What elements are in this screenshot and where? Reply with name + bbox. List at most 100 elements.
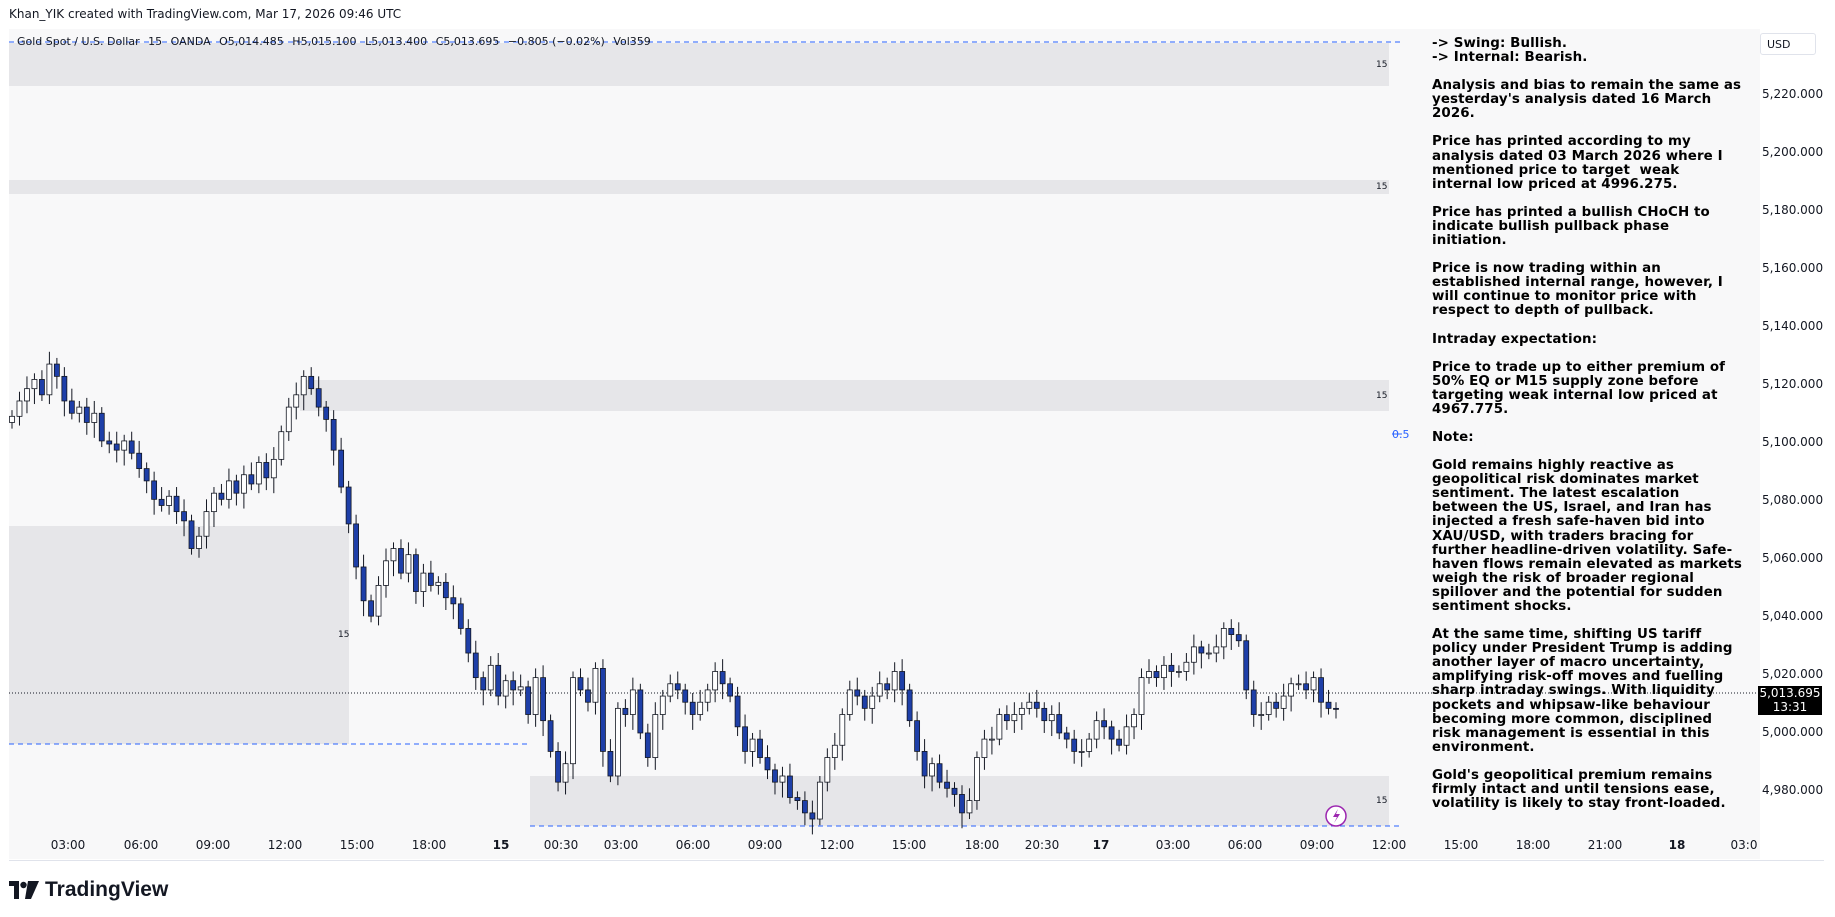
price-label: 5,160.000 xyxy=(1762,261,1824,275)
price-label: 5,100.000 xyxy=(1762,435,1824,449)
candle-bullish xyxy=(285,406,292,433)
candle-bearish xyxy=(674,683,681,691)
note-paragraph-3: Price has printed according to my analys… xyxy=(1432,134,1728,192)
note-paragraph-1: -> Swing: Bullish. -> Internal: Bearish. xyxy=(1432,36,1588,66)
supply-zone-m15 xyxy=(300,380,1389,411)
demand-zone-left xyxy=(9,526,349,744)
candle-bearish xyxy=(1235,634,1242,642)
currency-selector[interactable]: USD xyxy=(1760,33,1816,55)
candle-bullish xyxy=(1026,701,1033,709)
candle-bearish xyxy=(450,597,457,605)
candle-bearish xyxy=(921,751,928,777)
candle-bullish xyxy=(652,714,659,758)
price-label: 5,220.000 xyxy=(1762,87,1824,101)
candle-bearish xyxy=(136,452,143,469)
candle-bullish xyxy=(211,492,217,513)
candle-bearish xyxy=(173,495,180,513)
last-price-badge: 5,013.695 13:31 xyxy=(1758,686,1822,715)
candle-bearish xyxy=(1273,701,1280,709)
legend-close: C5,013.695 xyxy=(435,35,500,48)
candle-bearish xyxy=(525,686,532,715)
candle-bullish xyxy=(712,671,719,691)
price-label: 5,040.000 xyxy=(1762,609,1824,623)
candle-bullish xyxy=(1086,738,1093,752)
candle-bullish xyxy=(502,680,509,697)
zone-label-m15: 15 xyxy=(1376,391,1388,401)
candle-bullish xyxy=(166,495,172,506)
candle-bullish xyxy=(816,781,823,820)
candle-bearish xyxy=(143,468,150,482)
candle-bearish xyxy=(181,511,187,522)
time-label: 06:00 xyxy=(675,838,711,852)
candle-bearish xyxy=(480,677,487,691)
time-axis[interactable]: 03:00 06:00 09:00 12:00 15:00 18:00 15 0… xyxy=(9,834,1824,858)
symbol-legend[interactable]: Gold Spot / U.S. Dollar 15 OANDA O5,014.… xyxy=(17,35,656,48)
candle-bullish xyxy=(1183,661,1190,672)
candle-bullish xyxy=(697,701,704,715)
alert-icon[interactable] xyxy=(1325,805,1347,827)
candle-bullish xyxy=(405,554,412,574)
candle-bearish xyxy=(689,701,696,715)
candle-bearish xyxy=(368,600,374,617)
candle-bullish xyxy=(981,738,988,758)
candle-bearish xyxy=(764,757,771,771)
candle-bearish xyxy=(951,787,958,795)
candle-bullish xyxy=(839,714,846,746)
candle-bullish xyxy=(1258,714,1265,716)
note-paragraph-9: Gold remains highly reactive as geopolit… xyxy=(1432,458,1742,614)
candle-bearish xyxy=(682,689,689,703)
candle-bearish xyxy=(345,486,352,525)
candle-bearish xyxy=(495,664,502,697)
candle-bearish xyxy=(734,695,741,728)
brand-name: TradingView xyxy=(45,878,169,901)
note-paragraph-5: Price is now trading within an establish… xyxy=(1432,261,1728,319)
brand[interactable]: TradingView xyxy=(9,875,168,905)
candle-bullish xyxy=(517,686,524,691)
candle-bearish xyxy=(510,680,517,691)
candle-bullish xyxy=(1078,751,1085,753)
candle-bullish xyxy=(203,511,210,537)
candle-bearish xyxy=(53,363,60,377)
time-label: 12:00 xyxy=(267,838,303,852)
candle-bullish xyxy=(704,689,711,703)
time-label: 09:00 xyxy=(747,838,783,852)
candle-bearish xyxy=(547,720,554,752)
time-label: 06:00 xyxy=(1227,838,1263,852)
time-label: 12:00 xyxy=(1371,838,1407,852)
candle-bullish xyxy=(846,689,853,715)
candle-bearish xyxy=(1303,683,1309,691)
time-label: 15:00 xyxy=(891,838,927,852)
candle-bearish xyxy=(1108,726,1115,740)
note-paragraph-10: At the same time, shifting US tariff pol… xyxy=(1432,627,1738,755)
candle-bullish xyxy=(121,440,128,451)
candle-bearish xyxy=(338,449,345,488)
candle-bearish xyxy=(1198,646,1205,654)
price-label: 5,060.000 xyxy=(1762,551,1824,565)
candle-bearish xyxy=(61,375,68,402)
price-label: 5,000.000 xyxy=(1762,725,1824,739)
legend-broker: OANDA xyxy=(170,35,211,48)
last-price-value: 5,013.695 xyxy=(1759,686,1821,700)
candle-bearish xyxy=(644,732,651,758)
candle-bearish xyxy=(555,751,561,783)
supply-zone-mid xyxy=(9,180,1389,194)
candle-bearish xyxy=(607,751,614,777)
legend-volume: Vol359 xyxy=(613,35,651,48)
candle-bearish xyxy=(158,498,165,506)
candle-bearish xyxy=(577,677,584,691)
legend-low: L5,013.400 xyxy=(365,35,428,48)
candle-bullish xyxy=(1131,714,1137,728)
analysis-note[interactable]: -> Swing: Bullish. -> Internal: Bearish.… xyxy=(1432,36,1742,811)
candle-bearish xyxy=(1325,701,1332,709)
zone-label-bottom: 15 xyxy=(1376,796,1388,806)
candle-bullish xyxy=(24,388,30,402)
candle-bearish xyxy=(128,440,135,454)
candle-bearish xyxy=(600,668,606,752)
candle-bearish xyxy=(585,689,591,703)
zone-label-top: 15 xyxy=(1376,60,1388,70)
candle-bullish xyxy=(278,431,285,460)
candle-bullish xyxy=(996,714,1003,740)
time-label: 03:00 xyxy=(1155,838,1191,852)
candle-bullish xyxy=(876,683,883,697)
time-label: 03:00 xyxy=(603,838,639,852)
